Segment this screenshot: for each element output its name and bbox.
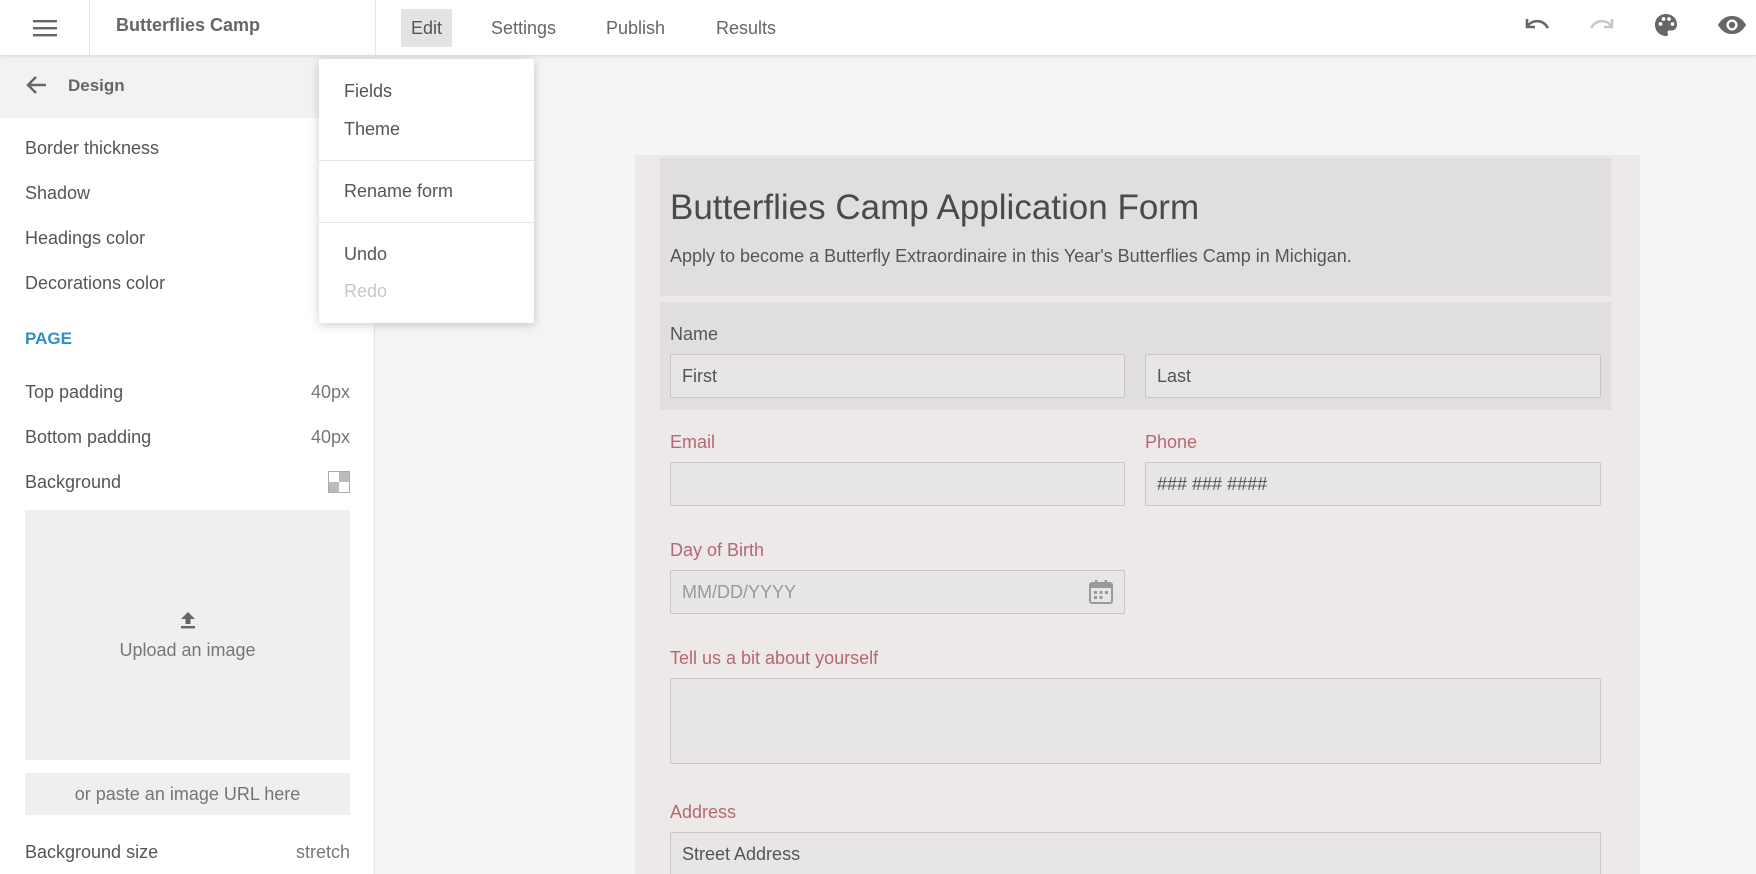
menu-item-fields[interactable]: Fields <box>344 81 392 102</box>
shadow-row[interactable]: Shadow <box>25 180 350 206</box>
border-thickness-row[interactable]: Border thickness 1 <box>25 135 350 161</box>
phone-input[interactable]: ### ### #### <box>1145 462 1601 506</box>
email-label: Email <box>670 432 716 452</box>
headings-color-row[interactable]: Headings color <box>25 225 350 251</box>
menu-divider <box>319 160 534 161</box>
menu-item-undo[interactable]: Undo <box>344 244 387 265</box>
dob-placeholder: MM/DD/YYYY <box>682 581 797 602</box>
tab-publish[interactable]: Publish <box>596 9 675 47</box>
transparent-swatch-icon[interactable] <box>328 471 350 493</box>
menu-item-redo: Redo <box>344 281 388 301</box>
top-padding-label: Top padding <box>25 381 124 402</box>
undo-icon <box>1525 19 1550 29</box>
email-input[interactable] <box>670 462 1125 506</box>
eye-icon <box>1718 16 1746 34</box>
phone-label: Phone <box>1145 432 1198 452</box>
tab-edit[interactable]: Edit <box>401 9 453 47</box>
tab-results[interactable]: Results <box>706 9 786 47</box>
about-label: Tell us a bit about yourself <box>670 648 879 668</box>
last-name-input[interactable]: Last <box>1145 354 1601 398</box>
hamburger-icon <box>32 20 57 37</box>
background-size-row[interactable]: Background size stretch <box>25 839 350 865</box>
dob-input[interactable]: MM/DD/YYYY <box>670 570 1125 614</box>
top-padding-value: 40px <box>310 381 350 402</box>
edit-dropdown-menu: Fields Theme Rename form Undo Redo <box>319 59 534 323</box>
sidebar-title: Design <box>68 76 125 95</box>
form-header-block[interactable]: Butterflies Camp Application Form Apply … <box>660 158 1611 296</box>
first-name-input[interactable]: First <box>670 354 1125 398</box>
background-label: Background <box>25 471 122 492</box>
street-address-input[interactable]: Street Address <box>670 832 1601 874</box>
tab-settings[interactable]: Settings <box>481 9 566 47</box>
top-bar: Butterflies Camp Edit Settings Publish R… <box>0 0 1756 56</box>
form-description: Apply to become a Butterfly Extraordinai… <box>670 246 1352 266</box>
bottom-padding-label: Bottom padding <box>25 426 152 447</box>
name-field-block[interactable]: Name First Last <box>660 302 1611 410</box>
decorations-color-label: Decorations color <box>25 272 166 293</box>
theme-button[interactable] <box>1648 10 1684 40</box>
background-size-value: stretch <box>295 841 350 862</box>
back-button[interactable] <box>26 74 48 101</box>
palette-icon <box>1655 14 1677 36</box>
image-url-input[interactable] <box>25 773 350 815</box>
upload-icon <box>180 611 195 628</box>
redo-icon <box>1589 19 1614 29</box>
upload-label: Upload an image <box>119 639 256 660</box>
divider <box>375 0 376 56</box>
about-textarea[interactable] <box>670 678 1601 764</box>
arrow-left-icon <box>26 76 46 94</box>
dob-label: Day of Birth <box>670 540 765 560</box>
background-row[interactable]: Background <box>25 469 350 495</box>
headings-color-label: Headings color <box>25 227 146 248</box>
section-page-heading: PAGE <box>25 329 72 348</box>
address-label: Address <box>670 802 737 822</box>
bottom-padding-value: 40px <box>310 426 350 447</box>
background-size-label: Background size <box>25 841 159 862</box>
name-label: Name <box>670 324 719 344</box>
form-canvas: Butterflies Camp Application Form Apply … <box>635 155 1640 874</box>
shadow-label: Shadow <box>25 182 91 203</box>
decorations-color-row[interactable]: Decorations color <box>25 270 350 296</box>
calendar-icon[interactable] <box>1088 579 1114 605</box>
menu-item-rename-form[interactable]: Rename form <box>344 181 453 202</box>
upload-image-dropzone[interactable]: Upload an image <box>25 510 350 760</box>
redo-button[interactable] <box>1584 10 1620 40</box>
preview-button[interactable] <box>1714 10 1750 40</box>
app-title: Butterflies Camp <box>116 15 261 35</box>
form-title: Butterflies Camp Application Form <box>670 188 1200 227</box>
border-thickness-label: Border thickness <box>25 137 160 158</box>
menu-button[interactable] <box>0 0 90 56</box>
bottom-padding-row[interactable]: Bottom padding 40px <box>25 424 350 450</box>
undo-button[interactable] <box>1519 10 1555 40</box>
menu-item-theme[interactable]: Theme <box>344 119 400 140</box>
menu-divider <box>319 222 534 223</box>
top-padding-row[interactable]: Top padding 40px <box>25 379 350 405</box>
